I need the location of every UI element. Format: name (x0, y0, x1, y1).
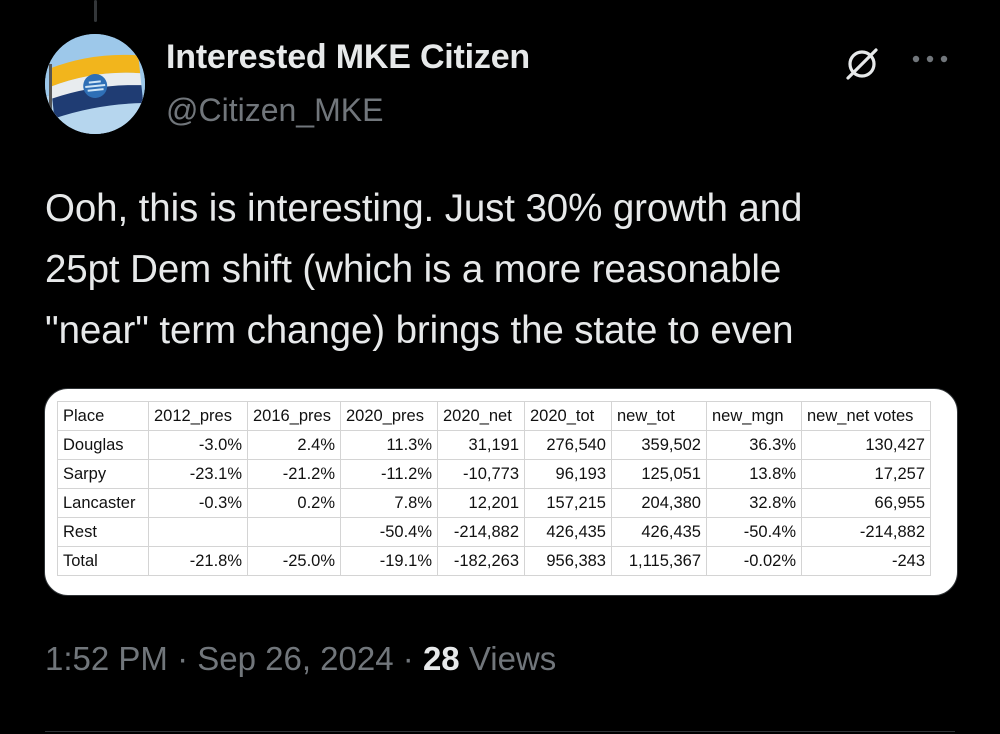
table-cell: 130,427 (801, 430, 931, 460)
more-horizontal-icon[interactable] (905, 44, 955, 74)
table-cell: -50.4% (706, 517, 802, 547)
table-cell: Sarpy (57, 459, 149, 489)
table-cell: -0.3% (148, 488, 248, 518)
column-header: 2020_net (437, 401, 525, 431)
table-cell (247, 517, 341, 547)
table-cell: Lancaster (57, 488, 149, 518)
thread-connector-line (94, 0, 97, 22)
table-cell: 426,435 (611, 517, 707, 547)
table-row: Total -21.8% -25.0% -19.1% -182,263 956,… (57, 546, 931, 576)
table-cell: 7.8% (340, 488, 438, 518)
table-row: Rest -50.4% -214,882 426,435 426,435 -50… (57, 517, 931, 547)
author-handle[interactable]: @Citizen_MKE (166, 92, 383, 129)
table-cell: 276,540 (524, 430, 612, 460)
table-cell: 956,383 (524, 546, 612, 576)
tweet-text: Ooh, this is interesting. Just 30% growt… (45, 187, 803, 352)
table-cell: -3.0% (148, 430, 248, 460)
table-cell: -10,773 (437, 459, 525, 489)
table-cell: 359,502 (611, 430, 707, 460)
meta-separator: · (177, 640, 189, 677)
author-display-name[interactable]: Interested MKE Citizen (166, 38, 530, 77)
table-cell: 1,115,367 (611, 546, 707, 576)
table-cell: 0.2% (247, 488, 341, 518)
table-cell: 204,380 (611, 488, 707, 518)
table-cell: -50.4% (340, 517, 438, 547)
avatar[interactable] (45, 34, 145, 134)
table-cell: -25.0% (247, 546, 341, 576)
table-cell: 13.8% (706, 459, 802, 489)
table-cell (148, 517, 248, 547)
column-header: new_net votes (801, 401, 931, 431)
table-cell: Douglas (57, 430, 149, 460)
column-header: 2020_pres (340, 401, 438, 431)
table-cell: 11.3% (340, 430, 438, 460)
grok-icon[interactable] (842, 44, 882, 84)
table-header-row: Place 2012_pres 2016_pres 2020_pres 2020… (57, 401, 931, 431)
views-count: 28 (422, 640, 460, 677)
meta-separator: · (402, 640, 414, 677)
column-header: 2020_tot (524, 401, 612, 431)
column-header: 2012_pres (148, 401, 248, 431)
tweet-time[interactable]: 1:52 PM (45, 640, 168, 677)
table-cell: 2.4% (247, 430, 341, 460)
table-cell: 32.8% (706, 488, 802, 518)
column-header: 2016_pres (247, 401, 341, 431)
table-cell: 96,193 (524, 459, 612, 489)
column-header: new_tot (611, 401, 707, 431)
table-cell: -19.1% (340, 546, 438, 576)
table-cell: -21.2% (247, 459, 341, 489)
column-header: new_mgn (706, 401, 802, 431)
table-row: Douglas -3.0% 2.4% 11.3% 31,191 276,540 … (57, 430, 931, 460)
views-label: Views (468, 640, 557, 677)
table-cell: -21.8% (148, 546, 248, 576)
table-row: Sarpy -23.1% -21.2% -11.2% -10,773 96,19… (57, 459, 931, 489)
table-cell: -214,882 (801, 517, 931, 547)
milwaukee-flag-avatar-icon (45, 34, 145, 134)
column-header: Place (57, 401, 149, 431)
table-cell: 66,955 (801, 488, 931, 518)
attached-image-spreadsheet[interactable]: Place 2012_pres 2016_pres 2020_pres 2020… (44, 388, 958, 596)
table-cell: 426,435 (524, 517, 612, 547)
table-cell: 17,257 (801, 459, 931, 489)
tweet-metadata: 1:52 PM · Sep 26, 2024 · 28 Views (45, 640, 556, 678)
table-cell: 31,191 (437, 430, 525, 460)
table-cell: Rest (57, 517, 149, 547)
table-cell: -11.2% (340, 459, 438, 489)
table-cell: -182,263 (437, 546, 525, 576)
table-cell: -23.1% (148, 459, 248, 489)
divider (45, 731, 955, 732)
table-cell: -0.02% (706, 546, 802, 576)
table-row: Lancaster -0.3% 0.2% 7.8% 12,201 157,215… (57, 488, 931, 518)
table-cell: -214,882 (437, 517, 525, 547)
tweet-date[interactable]: Sep 26, 2024 (197, 640, 393, 677)
table-cell: 157,215 (524, 488, 612, 518)
table-cell: Total (57, 546, 149, 576)
table-cell: 12,201 (437, 488, 525, 518)
table-cell: -243 (801, 546, 931, 576)
spreadsheet-table: Place 2012_pres 2016_pres 2020_pres 2020… (57, 401, 931, 576)
table-cell: 36.3% (706, 430, 802, 460)
table-cell: 125,051 (611, 459, 707, 489)
